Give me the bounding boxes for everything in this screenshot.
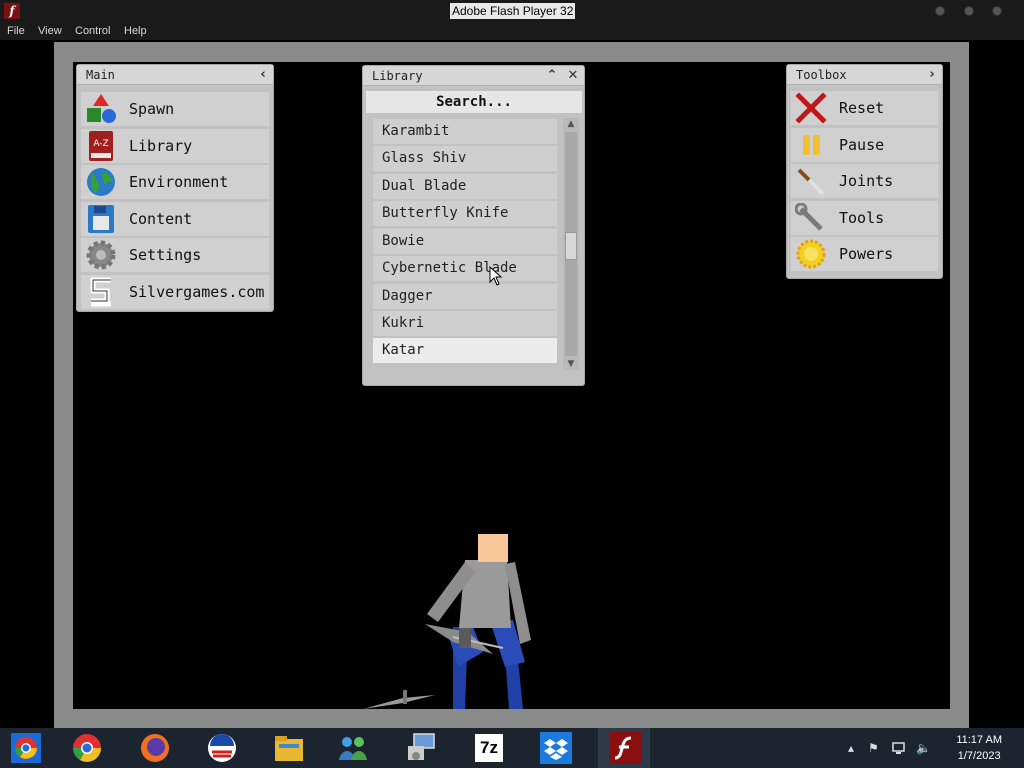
library-item-butterfly-knife[interactable]: Butterfly Knife <box>373 201 557 226</box>
maximize-button[interactable] <box>964 6 974 16</box>
shapes-icon <box>87 94 116 123</box>
main-item-label: Spawn <box>129 100 175 118</box>
wrench-icon <box>795 203 823 231</box>
main-item-environment[interactable]: Environment <box>81 165 269 199</box>
scroll-up-arrow-icon[interactable]: ▲ <box>563 118 579 130</box>
toolbox-item-reset[interactable]: Reset <box>791 91 938 125</box>
scroll-thumb[interactable] <box>565 232 577 260</box>
minimize-button[interactable] <box>935 6 945 16</box>
menu-help[interactable]: Help <box>124 25 147 37</box>
flash-app-icon: f <box>4 3 20 19</box>
main-item-settings[interactable]: Settings <box>81 238 269 272</box>
chrome-icon[interactable] <box>71 732 103 764</box>
menu-view[interactable]: View <box>38 25 62 37</box>
main-panel-header[interactable]: Main ‹ <box>77 65 273 85</box>
toolbox-item-label: Powers <box>839 245 894 263</box>
obama-logo-icon[interactable] <box>206 732 238 764</box>
menu-control[interactable]: Control <box>75 25 110 37</box>
silvergames-logo-icon <box>90 277 111 307</box>
ragdoll-figure[interactable] <box>425 534 531 709</box>
red-x-icon <box>795 93 827 123</box>
main-item-label: Silvergames.com <box>129 283 265 301</box>
globe-icon <box>87 168 115 196</box>
main-item-library[interactable]: A-Z Library <box>81 129 269 163</box>
toolbox-item-pause[interactable]: Pause <box>791 128 938 162</box>
ragdoll-head <box>478 534 508 562</box>
library-item-dagger[interactable]: Dagger <box>373 284 557 309</box>
network-icon[interactable] <box>892 740 908 756</box>
toolbox-item-label: Pause <box>839 136 885 154</box>
clock-time: 11:17 AM <box>956 734 1002 746</box>
taskbar: 7z ▴ ⚑ 🔈 11:17 AM 1/7/2023 <box>0 728 1024 768</box>
toolbox-panel: Toolbox › Reset Pause Joints Tools Power… <box>786 64 943 279</box>
system-clock[interactable]: 11:17 AM 1/7/2023 <box>956 732 1002 764</box>
pause-icon <box>803 135 820 155</box>
tray-expand-icon[interactable]: ▴ <box>848 741 854 755</box>
library-item-dual-blade[interactable]: Dual Blade <box>373 174 557 199</box>
toolbox-item-tools[interactable]: Tools <box>791 201 938 235</box>
library-scrollbar[interactable]: ▲ ▼ <box>563 118 579 370</box>
toolbox-item-powers[interactable]: Powers <box>791 237 938 271</box>
toolbox-item-label: Tools <box>839 209 885 227</box>
flash-player-icon[interactable] <box>609 732 641 764</box>
floor-knife[interactable] <box>363 690 435 709</box>
library-item-kukri[interactable]: Kukri <box>373 311 557 336</box>
chrome-beta-icon[interactable] <box>10 732 42 764</box>
clock-date: 1/7/2023 <box>957 750 1001 762</box>
main-item-label: Settings <box>129 246 202 264</box>
library-item-glass-shiv[interactable]: Glass Shiv <box>373 146 557 171</box>
remote-desktop-icon[interactable] <box>406 732 438 764</box>
main-item-label: Content <box>129 210 193 228</box>
library-panel-header[interactable]: Library ⌃ ✕ <box>363 66 584 86</box>
menu-file[interactable]: File <box>7 25 25 37</box>
gear-icon <box>86 240 116 270</box>
menu-bar: File View Control Help <box>0 23 1024 40</box>
toolbox-item-label: Joints <box>839 172 894 190</box>
library-panel: Library ⌃ ✕ Search... Karambit Glass Shi… <box>362 65 585 386</box>
library-item-bowie[interactable]: Bowie <box>373 229 557 254</box>
close-button[interactable] <box>992 6 1002 16</box>
collapse-chevron-right-icon[interactable]: › <box>924 67 940 83</box>
network-people-icon[interactable] <box>337 732 369 764</box>
library-item-katar[interactable]: Katar <box>373 338 557 363</box>
firefox-icon[interactable] <box>139 732 171 764</box>
toolbox-item-joints[interactable]: Joints <box>791 164 938 198</box>
floppy-disk-icon <box>88 205 114 233</box>
game-stage[interactable]: Main ‹ Spawn A-Z Library Environment Con… <box>73 62 950 709</box>
collapse-chevron-left-icon[interactable]: ‹ <box>255 67 271 83</box>
library-item-karambit[interactable]: Karambit <box>373 119 557 144</box>
library-search-button[interactable]: Search... <box>366 91 582 113</box>
toolbox-panel-header[interactable]: Toolbox › <box>787 65 942 85</box>
sun-power-icon <box>796 239 826 269</box>
window-title: Adobe Flash Player 32 <box>450 3 576 19</box>
close-icon[interactable]: ✕ <box>565 68 581 84</box>
file-explorer-icon[interactable] <box>273 732 305 764</box>
main-item-spawn[interactable]: Spawn <box>81 92 269 126</box>
title-bar: f Adobe Flash Player 32 <box>0 0 1024 23</box>
scroll-down-arrow-icon[interactable]: ▼ <box>563 358 579 370</box>
toolbox-panel-title: Toolbox <box>796 68 847 82</box>
mouse-cursor-icon <box>489 266 503 286</box>
main-panel: Main ‹ Spawn A-Z Library Environment Con… <box>76 64 274 312</box>
knife-joint-icon <box>797 168 825 196</box>
main-item-label: Library <box>129 137 193 155</box>
volume-icon[interactable]: 🔈 <box>916 741 931 755</box>
main-panel-title: Main <box>86 68 115 82</box>
svg-text:A-Z: A-Z <box>93 139 108 149</box>
7zip-icon[interactable]: 7z <box>473 732 505 764</box>
library-item-cybernetic-blade[interactable]: Cybernetic Blade <box>373 256 557 281</box>
flag-icon[interactable]: ⚑ <box>868 741 879 755</box>
dropbox-icon[interactable] <box>540 732 572 764</box>
library-panel-title: Library <box>372 69 423 83</box>
a-z-book-icon: A-Z <box>89 131 113 161</box>
toolbox-item-label: Reset <box>839 99 885 117</box>
main-item-content[interactable]: Content <box>81 202 269 236</box>
main-item-silvergames[interactable]: Silvergames.com <box>81 275 269 309</box>
collapse-chevron-up-icon[interactable]: ⌃ <box>544 68 560 84</box>
main-item-label: Environment <box>129 173 229 191</box>
